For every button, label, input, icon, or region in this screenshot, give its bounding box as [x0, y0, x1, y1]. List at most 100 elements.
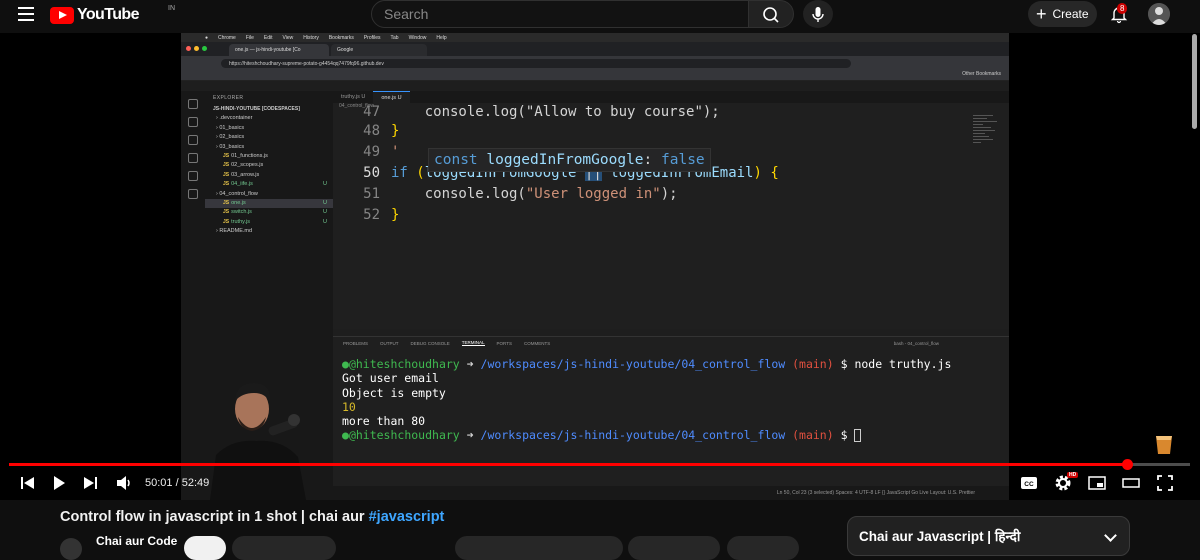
- join-button[interactable]: [232, 536, 336, 560]
- player-controls: 50:01 / 52:49 CC HD: [0, 471, 1200, 495]
- code-line: 52}: [363, 207, 400, 223]
- masthead: YouTube IN + Create 8: [0, 0, 1200, 30]
- create-label: Create: [1052, 7, 1089, 21]
- source-control-icon: [188, 135, 198, 145]
- progress-played: [9, 463, 1127, 466]
- file-tree-item: JS 01_functions.js: [223, 152, 268, 159]
- address-bar: https://hiteshchoudhary-supreme-potato-g…: [181, 56, 1009, 71]
- fullscreen-icon[interactable]: [1155, 473, 1175, 493]
- next-icon[interactable]: [82, 473, 100, 493]
- youtube-play-icon: [50, 6, 74, 24]
- hashtag-link[interactable]: #javascript: [369, 509, 445, 525]
- page-scrollbar[interactable]: [1192, 34, 1197, 129]
- explorer-title: EXPLORER: [213, 95, 244, 101]
- run-debug-icon: [188, 153, 198, 163]
- video-player[interactable]: ● Chrome File Edit View History Bookmark…: [0, 33, 1200, 500]
- js-file-icon: JS: [223, 152, 230, 159]
- create-button[interactable]: + Create: [1028, 1, 1097, 27]
- minimap: [973, 115, 1003, 175]
- menu-item: Window: [408, 34, 427, 41]
- panel-tab: DEBUG CONSOLE: [410, 340, 450, 346]
- file-tree-item: › README.md: [216, 228, 253, 235]
- menu-item: Profiles: [363, 34, 381, 41]
- terminal-name: bash - 04_control_flow: [893, 340, 939, 346]
- js-file-icon: JS: [223, 209, 230, 216]
- playlist-panel[interactable]: Chai aur Javascript | हिन्दी: [847, 516, 1130, 556]
- menu-item: Edit: [263, 34, 273, 41]
- like-dislike-button[interactable]: [455, 536, 623, 560]
- prompt-line: ●@hiteshchoudhary ➜ /workspaces/js-hindi…: [342, 357, 952, 371]
- js-file-icon: JS: [223, 171, 230, 178]
- download-button[interactable]: [727, 536, 799, 560]
- hd-badge: HD: [1067, 472, 1079, 478]
- voice-search-button[interactable]: [803, 0, 833, 28]
- js-file-icon: JS: [223, 162, 230, 169]
- panel-tabs: PROBLEMS OUTPUT DEBUG CONSOLE TERMINAL P…: [333, 337, 1009, 349]
- hover-tooltip: const loggedInFromGoogle: false: [428, 148, 711, 172]
- plus-icon: +: [1036, 4, 1047, 24]
- code-line: 47 console.log("Allow to buy course");: [363, 104, 720, 120]
- bookmarks-bar: Other Bookmarks: [181, 71, 1009, 81]
- code-line: 48}: [363, 123, 400, 139]
- code-line: 49 ': [363, 144, 400, 160]
- terminal-output: ●@hiteshchoudhary ➜ /workspaces/js-hindi…: [333, 349, 1009, 443]
- js-file-icon: JS: [223, 181, 230, 188]
- microphone-icon: [812, 7, 824, 22]
- menu-item: Chrome: [218, 34, 236, 41]
- menu-item: View: [282, 34, 294, 41]
- channel-watermark-icon[interactable]: [1152, 430, 1176, 456]
- captions-icon[interactable]: CC: [1019, 473, 1039, 493]
- prompt-line: ●@hiteshchoudhary ➜ /workspaces/js-hindi…: [342, 428, 1009, 443]
- file-tree-item: JS one.js U: [205, 198, 333, 209]
- share-button[interactable]: [628, 536, 720, 560]
- video-title: Control flow in javascript in 1 shot | c…: [60, 509, 445, 525]
- browser-tab: Google: [331, 44, 427, 56]
- files-icon: [188, 99, 198, 109]
- file-tree-item: › 03_basics: [216, 143, 245, 150]
- output-line: more than 80: [342, 414, 426, 429]
- panel-tab: PROBLEMS: [343, 340, 369, 346]
- search-button[interactable]: [748, 0, 794, 28]
- code-editor: truthy.js U one.js U 04_control_flow 47 …: [333, 91, 1009, 329]
- menu-item: Bookmarks: [328, 34, 354, 41]
- terminal-cursor: [854, 429, 862, 443]
- account-avatar[interactable]: [1148, 3, 1170, 25]
- play-icon[interactable]: [50, 473, 68, 493]
- file-tree-item: › 04_control_flow: [216, 190, 258, 197]
- search-box: [371, 0, 749, 28]
- browser-tab: one.js — js-hindi-youtube [Co: [229, 44, 329, 56]
- duration: 52:49: [181, 477, 210, 489]
- mac-menu-bar: ● Chrome File Edit View History Bookmark…: [181, 33, 1009, 42]
- channel-name[interactable]: Chai aur Code: [96, 534, 177, 548]
- panel-tab-active: TERMINAL: [461, 340, 485, 346]
- previous-icon[interactable]: [18, 473, 36, 493]
- file-tree-item: JS 03_arrow.js: [223, 171, 260, 178]
- remote-icon: [188, 189, 198, 199]
- theater-mode-icon[interactable]: [1121, 473, 1141, 493]
- output-line: Got user email: [342, 371, 439, 386]
- progress-scrubber[interactable]: [1122, 459, 1133, 470]
- logo-text: YouTube: [77, 6, 139, 23]
- panel-tab: PORTS: [496, 340, 512, 346]
- file-tree-item: › 01_basics: [216, 124, 245, 131]
- subscribe-button[interactable]: [184, 536, 226, 560]
- extensions-icon: [188, 171, 198, 181]
- workspace-name: JS-HINDI-YOUTUBE [CODESPACES]: [213, 106, 300, 112]
- playlist-title: Chai aur Javascript | हिन्दी: [859, 529, 1021, 544]
- file-tree-item: JS truthy.js U: [223, 218, 327, 225]
- panel-tab: COMMENTS: [523, 340, 551, 346]
- youtube-logo[interactable]: YouTube IN: [50, 5, 175, 24]
- browser-tab-strip: one.js — js-hindi-youtube [Co Google: [181, 42, 1009, 56]
- chevron-down-icon[interactable]: [1104, 529, 1117, 542]
- miniplayer-icon[interactable]: [1087, 473, 1107, 493]
- file-tree-item: JS 04_iife.js U: [223, 181, 327, 188]
- search-input[interactable]: [372, 1, 748, 27]
- url-field: https://hiteshchoudhary-supreme-potato-g…: [221, 59, 851, 68]
- menu-item: Help: [436, 34, 447, 41]
- volume-icon[interactable]: [114, 473, 134, 493]
- search-icon: [188, 117, 198, 127]
- panel-tab: OUTPUT: [380, 340, 399, 346]
- menu-icon[interactable]: [18, 7, 34, 21]
- output-line: 10: [342, 399, 356, 414]
- channel-avatar[interactable]: [60, 538, 82, 560]
